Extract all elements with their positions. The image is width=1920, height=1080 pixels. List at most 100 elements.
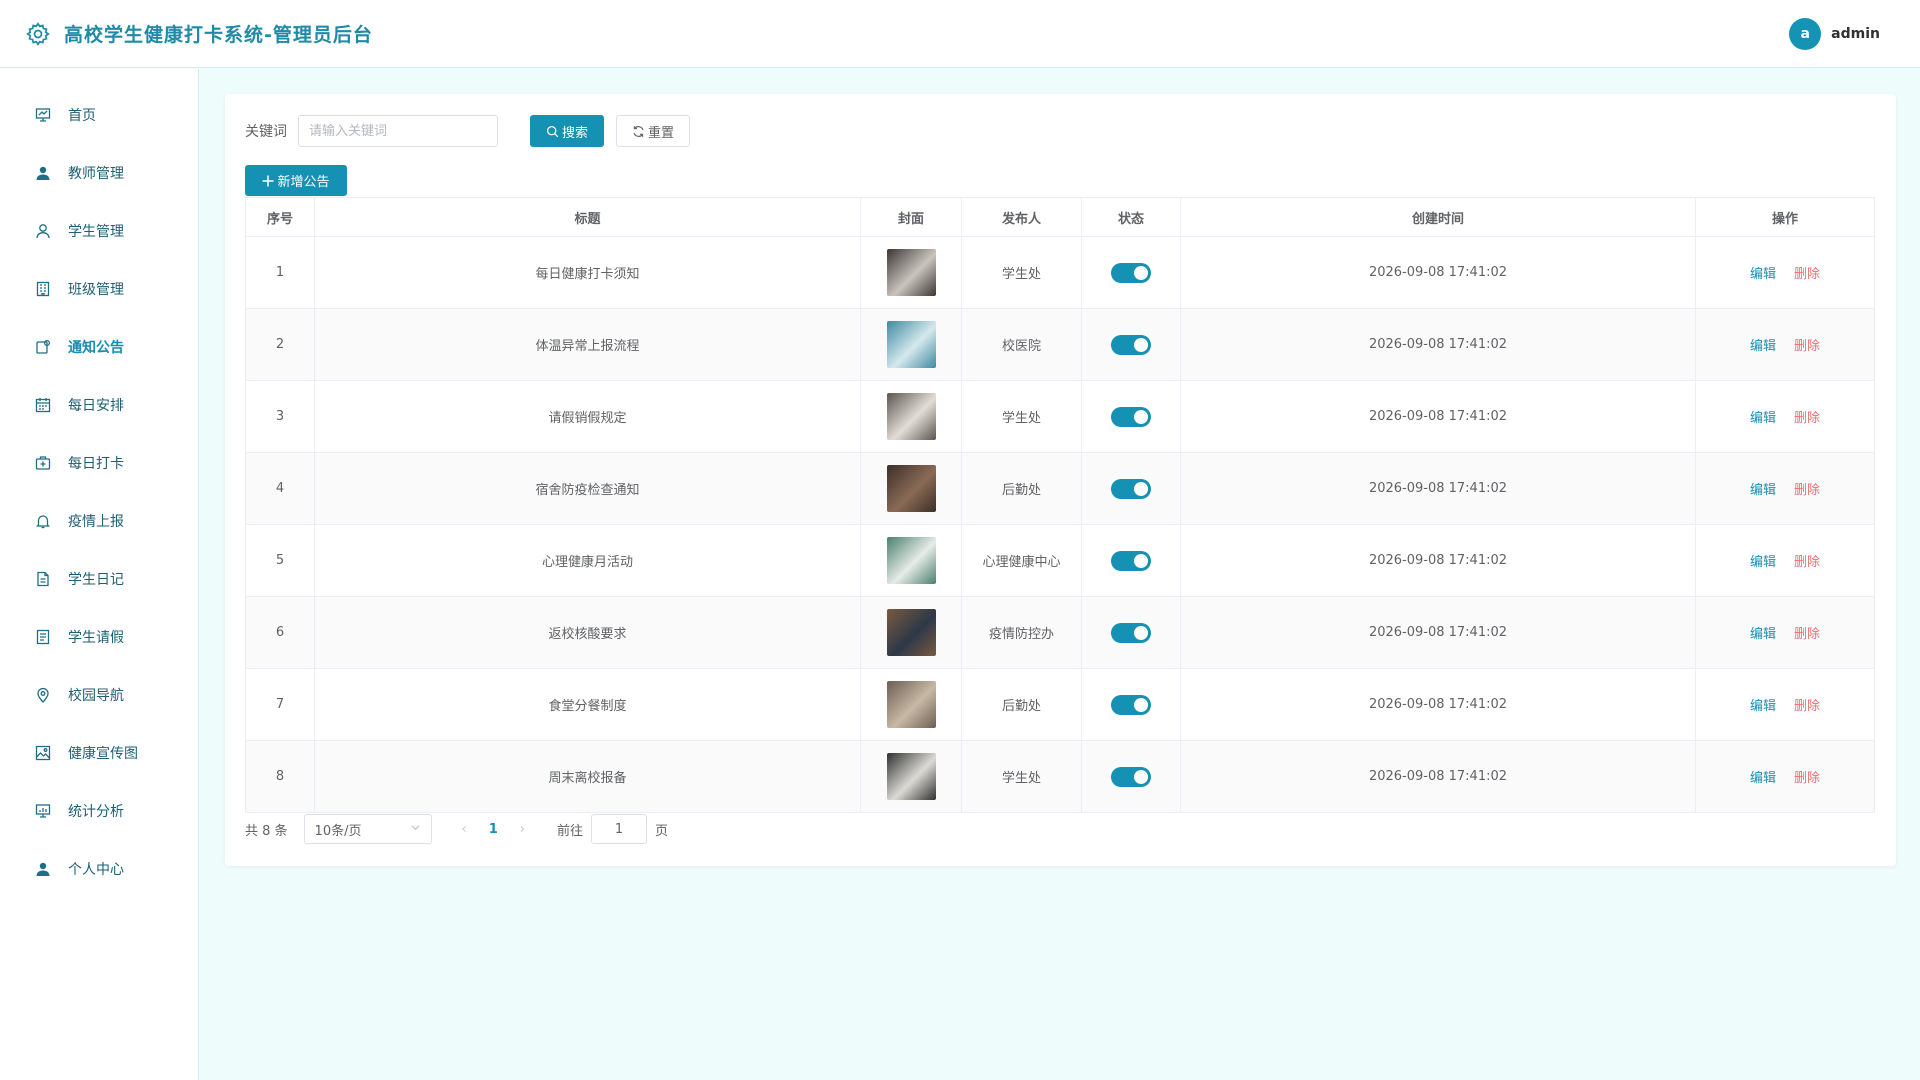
delete-button[interactable]: 删除 <box>1794 339 1820 354</box>
goto-page-input[interactable]: 1 <box>591 814 648 844</box>
status-toggle[interactable] <box>1111 334 1151 355</box>
sidebar-item-student-diary[interactable]: 学生日记 <box>0 557 199 601</box>
current-page[interactable]: 1 <box>489 822 498 837</box>
cell-created: 2026-09-08 17:41:02 <box>1180 236 1696 309</box>
cover-image[interactable] <box>886 753 936 800</box>
cover-image[interactable] <box>886 321 936 368</box>
toggle-knob <box>1134 769 1148 784</box>
status-toggle[interactable] <box>1111 550 1151 571</box>
username[interactable]: admin <box>1831 26 1880 42</box>
cell-created: 2026-09-08 17:41:02 <box>1180 308 1696 381</box>
building-icon <box>34 280 52 298</box>
cell-title: 周末离校报备 <box>314 740 861 813</box>
delete-button[interactable]: 删除 <box>1794 627 1820 642</box>
toggle-knob <box>1134 409 1148 424</box>
sidebar-item-classes[interactable]: 班级管理 <box>0 267 199 311</box>
edit-button[interactable]: 编辑 <box>1750 771 1776 786</box>
table-row: 4 宿舍防疫检查通知 后勤处 2026-09-08 17:41:02 编辑 删除 <box>245 452 1875 525</box>
pagination: 共 8 条 10条/页 ‹ 1 › 前往 1 页 <box>245 814 668 844</box>
cell-cover <box>860 308 962 381</box>
table-row: 7 食堂分餐制度 后勤处 2026-09-08 17:41:02 编辑 删除 <box>245 668 1875 741</box>
prev-page-icon[interactable]: ‹ <box>462 822 467 837</box>
sidebar-item-daily-schedule[interactable]: 每日安排 <box>0 383 199 427</box>
cell-no: 2 <box>245 308 315 381</box>
cell-actions: 编辑 删除 <box>1695 740 1875 813</box>
page-size-select[interactable]: 10条/页 <box>303 814 432 844</box>
status-toggle[interactable] <box>1111 694 1151 715</box>
cover-image[interactable] <box>886 249 936 296</box>
sidebar-item-epidemic-report[interactable]: 疫情上报 <box>0 499 199 543</box>
sidebar: 首页 教师管理 学生管理 班级管理 通知公告 每日安排 每日打卡 疫情上报 学生… <box>0 69 199 1080</box>
cell-title: 心理健康月活动 <box>314 524 861 597</box>
user-menu[interactable]: a admin <box>1789 18 1880 50</box>
toggle-knob <box>1134 697 1148 712</box>
avatar[interactable]: a <box>1789 18 1822 50</box>
sidebar-item-teachers[interactable]: 教师管理 <box>0 151 199 195</box>
column-header-status: 状态 <box>1081 197 1181 237</box>
cover-image[interactable] <box>886 393 936 440</box>
toggle-knob <box>1134 265 1148 280</box>
status-toggle[interactable] <box>1111 262 1151 283</box>
edit-button[interactable]: 编辑 <box>1750 699 1776 714</box>
edit-button[interactable]: 编辑 <box>1750 627 1776 642</box>
status-toggle[interactable] <box>1111 406 1151 427</box>
cell-title: 返校核酸要求 <box>314 596 861 669</box>
toggle-knob <box>1134 481 1148 496</box>
sidebar-item-health-poster[interactable]: 健康宣传图 <box>0 731 199 775</box>
edit-button[interactable]: 编辑 <box>1750 267 1776 282</box>
cell-actions: 编辑 删除 <box>1695 380 1875 453</box>
cell-no: 1 <box>245 236 315 309</box>
sidebar-item-home[interactable]: 首页 <box>0 93 199 137</box>
status-toggle[interactable] <box>1111 478 1151 499</box>
cell-actions: 编辑 删除 <box>1695 452 1875 525</box>
sidebar-item-profile[interactable]: 个人中心 <box>0 847 199 891</box>
notice-table: 序号 标题 封面 发布人 状态 创建时间 操作 1 每日健康打卡须知 学生处 2026… <box>245 197 1875 813</box>
cell-status <box>1081 236 1181 309</box>
cell-publisher: 后勤处 <box>961 452 1082 525</box>
delete-button[interactable]: 删除 <box>1794 483 1820 498</box>
cell-publisher: 心理健康中心 <box>961 524 1082 597</box>
column-header-no: 序号 <box>245 197 315 237</box>
cover-image[interactable] <box>886 681 936 728</box>
cell-status <box>1081 524 1181 597</box>
gear-icon <box>24 20 52 48</box>
column-header-created: 创建时间 <box>1180 197 1696 237</box>
status-toggle[interactable] <box>1111 766 1151 787</box>
keyword-label: 关键词 <box>245 124 287 140</box>
sidebar-item-daily-checkin[interactable]: 每日打卡 <box>0 441 199 485</box>
delete-button[interactable]: 删除 <box>1794 699 1820 714</box>
edit-button[interactable]: 编辑 <box>1750 483 1776 498</box>
cover-image[interactable] <box>886 609 936 656</box>
cover-image[interactable] <box>886 537 936 584</box>
sidebar-item-students[interactable]: 学生管理 <box>0 209 199 253</box>
sidebar-item-notices[interactable]: 通知公告 <box>0 325 199 369</box>
delete-button[interactable]: 删除 <box>1794 771 1820 786</box>
cover-image[interactable] <box>886 465 936 512</box>
sidebar-item-student-leave[interactable]: 学生请假 <box>0 615 199 659</box>
chart-board-icon <box>34 802 52 820</box>
cell-no: 7 <box>245 668 315 741</box>
table-row: 6 返校核酸要求 疫情防控办 2026-09-08 17:41:02 编辑 删除 <box>245 596 1875 669</box>
delete-button[interactable]: 删除 <box>1794 267 1820 282</box>
user-outline-icon <box>34 222 52 240</box>
total-count: 共 8 条 <box>245 823 288 839</box>
cell-actions: 编辑 删除 <box>1695 308 1875 381</box>
add-notice-button[interactable]: 新增公告 <box>245 165 347 196</box>
picture-icon <box>34 744 52 762</box>
sidebar-item-campus-nav[interactable]: 校园导航 <box>0 673 199 717</box>
delete-button[interactable]: 删除 <box>1794 555 1820 570</box>
edit-button[interactable]: 编辑 <box>1750 555 1776 570</box>
delete-button[interactable]: 删除 <box>1794 411 1820 426</box>
edit-button[interactable]: 编辑 <box>1750 411 1776 426</box>
keyword-input[interactable] <box>298 115 498 147</box>
search-button[interactable]: 搜索 <box>530 115 604 147</box>
cell-status <box>1081 596 1181 669</box>
reset-button[interactable]: 重置 <box>616 115 690 147</box>
sidebar-item-statistics[interactable]: 统计分析 <box>0 789 199 833</box>
next-page-icon[interactable]: › <box>520 822 525 837</box>
edit-button[interactable]: 编辑 <box>1750 339 1776 354</box>
search-bar: 关键词 搜索 重置 <box>245 115 690 147</box>
user-filled-icon <box>34 860 52 878</box>
status-toggle[interactable] <box>1111 622 1151 643</box>
column-header-actions: 操作 <box>1695 197 1875 237</box>
